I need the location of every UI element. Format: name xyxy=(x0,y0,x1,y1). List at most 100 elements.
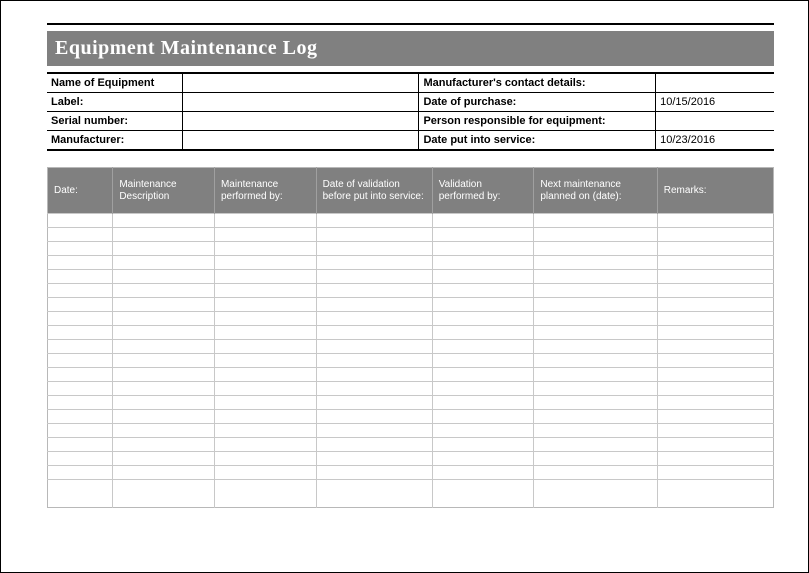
table-cell[interactable] xyxy=(657,242,773,256)
table-cell[interactable] xyxy=(48,424,113,438)
table-cell[interactable] xyxy=(657,382,773,396)
table-cell[interactable] xyxy=(316,340,432,354)
table-cell[interactable] xyxy=(534,480,657,508)
table-cell[interactable] xyxy=(534,466,657,480)
table-cell[interactable] xyxy=(113,228,215,242)
table-cell[interactable] xyxy=(113,242,215,256)
table-cell[interactable] xyxy=(113,438,215,452)
table-cell[interactable] xyxy=(534,214,657,228)
table-cell[interactable] xyxy=(432,284,534,298)
table-cell[interactable] xyxy=(214,242,316,256)
table-cell[interactable] xyxy=(113,256,215,270)
table-cell[interactable] xyxy=(48,466,113,480)
table-cell[interactable] xyxy=(316,256,432,270)
table-cell[interactable] xyxy=(657,284,773,298)
table-cell[interactable] xyxy=(432,298,534,312)
meta-value[interactable] xyxy=(656,112,774,131)
meta-value[interactable] xyxy=(182,73,419,93)
meta-value[interactable] xyxy=(656,73,774,93)
table-cell[interactable] xyxy=(534,368,657,382)
table-cell[interactable] xyxy=(657,214,773,228)
table-cell[interactable] xyxy=(316,354,432,368)
meta-value[interactable] xyxy=(182,131,419,151)
table-cell[interactable] xyxy=(316,312,432,326)
table-cell[interactable] xyxy=(316,228,432,242)
table-cell[interactable] xyxy=(113,340,215,354)
table-cell[interactable] xyxy=(534,382,657,396)
table-cell[interactable] xyxy=(113,312,215,326)
table-cell[interactable] xyxy=(432,480,534,508)
table-cell[interactable] xyxy=(48,382,113,396)
table-cell[interactable] xyxy=(48,284,113,298)
table-cell[interactable] xyxy=(657,396,773,410)
table-cell[interactable] xyxy=(534,270,657,284)
table-cell[interactable] xyxy=(48,326,113,340)
table-cell[interactable] xyxy=(534,396,657,410)
table-cell[interactable] xyxy=(48,368,113,382)
table-cell[interactable] xyxy=(432,228,534,242)
table-cell[interactable] xyxy=(48,228,113,242)
table-cell[interactable] xyxy=(657,340,773,354)
table-cell[interactable] xyxy=(432,242,534,256)
table-cell[interactable] xyxy=(432,452,534,466)
table-cell[interactable] xyxy=(316,466,432,480)
table-cell[interactable] xyxy=(48,270,113,284)
table-cell[interactable] xyxy=(432,354,534,368)
table-cell[interactable] xyxy=(432,256,534,270)
table-cell[interactable] xyxy=(534,312,657,326)
table-cell[interactable] xyxy=(432,214,534,228)
table-cell[interactable] xyxy=(432,396,534,410)
table-cell[interactable] xyxy=(534,340,657,354)
table-cell[interactable] xyxy=(214,228,316,242)
table-cell[interactable] xyxy=(432,424,534,438)
table-cell[interactable] xyxy=(657,270,773,284)
table-cell[interactable] xyxy=(316,452,432,466)
table-cell[interactable] xyxy=(657,368,773,382)
table-cell[interactable] xyxy=(48,480,113,508)
table-cell[interactable] xyxy=(113,466,215,480)
table-cell[interactable] xyxy=(657,354,773,368)
table-cell[interactable] xyxy=(113,298,215,312)
table-cell[interactable] xyxy=(48,396,113,410)
table-cell[interactable] xyxy=(657,410,773,424)
table-cell[interactable] xyxy=(113,424,215,438)
table-cell[interactable] xyxy=(432,466,534,480)
table-cell[interactable] xyxy=(48,256,113,270)
table-cell[interactable] xyxy=(48,242,113,256)
table-cell[interactable] xyxy=(113,214,215,228)
table-cell[interactable] xyxy=(214,452,316,466)
table-cell[interactable] xyxy=(48,312,113,326)
table-cell[interactable] xyxy=(534,284,657,298)
table-cell[interactable] xyxy=(657,298,773,312)
table-cell[interactable] xyxy=(534,256,657,270)
table-cell[interactable] xyxy=(657,424,773,438)
table-cell[interactable] xyxy=(113,284,215,298)
table-cell[interactable] xyxy=(214,256,316,270)
table-cell[interactable] xyxy=(214,424,316,438)
meta-value[interactable]: 10/15/2016 xyxy=(656,93,774,112)
table-cell[interactable] xyxy=(432,326,534,340)
table-cell[interactable] xyxy=(432,312,534,326)
table-cell[interactable] xyxy=(48,340,113,354)
table-cell[interactable] xyxy=(316,368,432,382)
table-cell[interactable] xyxy=(534,424,657,438)
table-cell[interactable] xyxy=(534,452,657,466)
table-cell[interactable] xyxy=(657,326,773,340)
table-cell[interactable] xyxy=(432,410,534,424)
table-cell[interactable] xyxy=(534,242,657,256)
table-cell[interactable] xyxy=(316,298,432,312)
table-cell[interactable] xyxy=(214,382,316,396)
table-cell[interactable] xyxy=(113,354,215,368)
table-cell[interactable] xyxy=(657,228,773,242)
table-cell[interactable] xyxy=(48,438,113,452)
table-cell[interactable] xyxy=(534,438,657,452)
table-cell[interactable] xyxy=(316,424,432,438)
table-cell[interactable] xyxy=(534,326,657,340)
table-cell[interactable] xyxy=(534,298,657,312)
table-cell[interactable] xyxy=(432,340,534,354)
table-cell[interactable] xyxy=(214,480,316,508)
table-cell[interactable] xyxy=(316,214,432,228)
table-cell[interactable] xyxy=(48,298,113,312)
table-cell[interactable] xyxy=(113,410,215,424)
table-cell[interactable] xyxy=(113,326,215,340)
